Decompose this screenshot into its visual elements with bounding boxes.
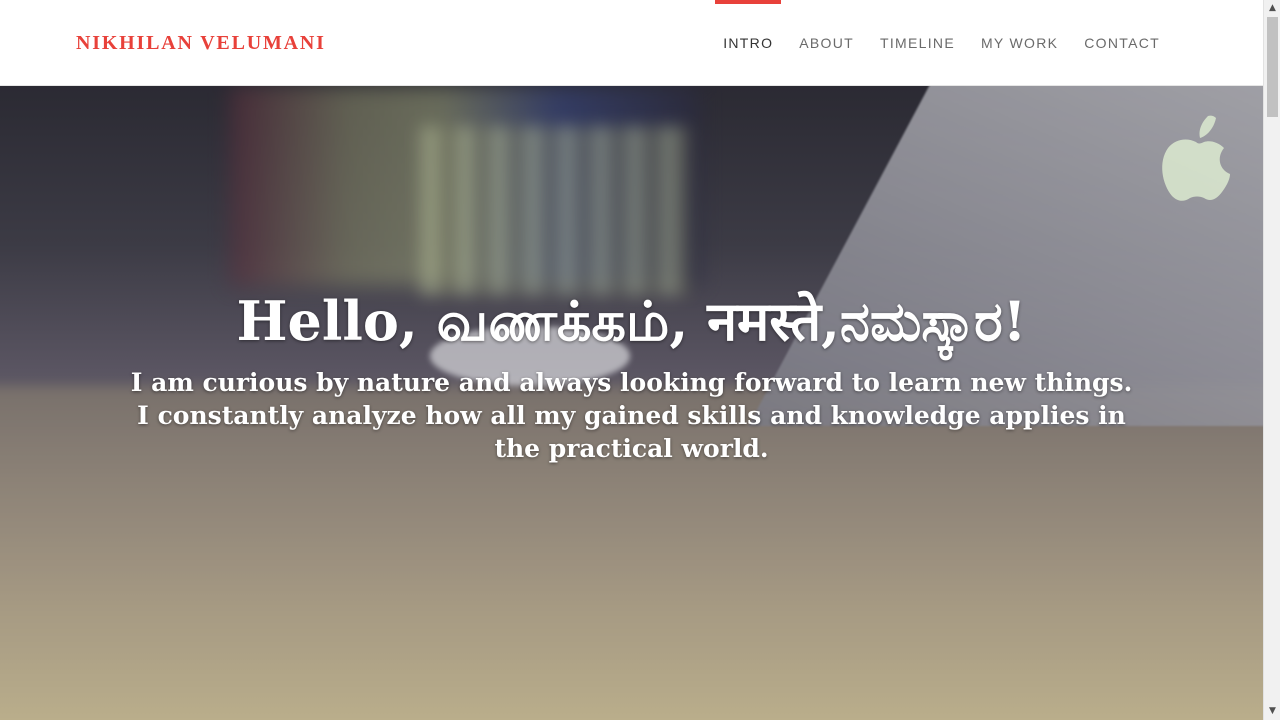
main-nav: INTRO ABOUT TIMELINE MY WORK CONTACT [710,0,1173,86]
nav-item-intro[interactable]: INTRO [710,0,786,86]
top-navbar: NIKHILAN VELUMANI INTRO ABOUT TIMELINE M… [0,0,1263,86]
scrollbar-thumb[interactable] [1267,17,1278,117]
apple-logo-icon [1162,115,1230,201]
hero-title: Hello, வணக்கம், नमस्ते,ನಮಸ್ಕಾರ! [236,289,1027,353]
page-scrollbar[interactable]: ▲ ▼ [1263,0,1280,720]
hero-subtitle: I am curious by nature and always lookin… [127,366,1137,465]
nav-item-contact[interactable]: CONTACT [1071,0,1173,86]
hero-text-block: Hello, வணக்கம், नमस्ते,ನಮಸ್ಕಾರ! I am cur… [0,282,1263,465]
nav-item-my-work[interactable]: MY WORK [968,0,1071,86]
chevron-down-icon[interactable]: ▼ [1264,703,1280,720]
hero-section: Hello, வணக்கம், नमस्ते,ನಮಸ್ಕಾರ! I am cur… [0,86,1263,720]
chevron-up-icon[interactable]: ▲ [1264,0,1280,17]
nav-item-timeline[interactable]: TIMELINE [867,0,968,86]
brand-logo-link[interactable]: NIKHILAN VELUMANI [76,32,326,55]
hero-subtitle-line-2: I constantly analyze how all my gained s… [137,401,1126,463]
hero-subtitle-line-1: I am curious by nature and always lookin… [130,368,1133,397]
background-books [420,126,690,296]
nav-item-about[interactable]: ABOUT [786,0,867,86]
